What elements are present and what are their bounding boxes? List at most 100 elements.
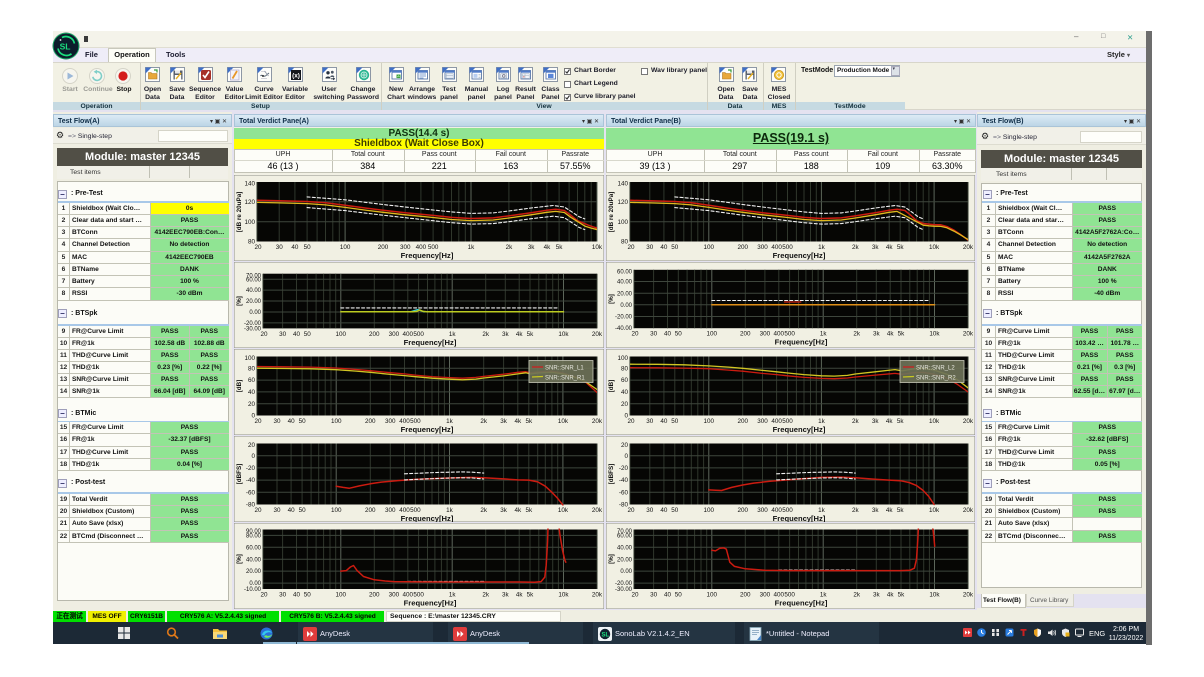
svg-text:300: 300: [757, 507, 768, 514]
svg-text:2k: 2k: [852, 244, 860, 251]
svg-text:5k: 5k: [897, 418, 905, 425]
svg-text:400: 400: [774, 331, 785, 338]
svg-text:20: 20: [254, 507, 262, 514]
svg-text:2k: 2k: [480, 418, 488, 425]
svg-text:30: 30: [646, 418, 654, 425]
svg-text:60: 60: [248, 377, 256, 384]
svg-text:4k: 4k: [886, 507, 894, 514]
svg-text:SNR::SNR_L2: SNR::SNR_L2: [916, 366, 955, 372]
svg-text:3k: 3k: [873, 592, 881, 599]
svg-text:2k: 2k: [853, 592, 861, 599]
svg-text:100: 100: [331, 507, 342, 514]
svg-text:4k: 4k: [514, 418, 522, 425]
svg-text:500: 500: [410, 418, 421, 425]
svg-text:40.00: 40.00: [617, 280, 633, 286]
svg-text:500: 500: [784, 592, 795, 599]
svg-text:1k: 1k: [468, 244, 476, 251]
svg-text:20k: 20k: [592, 331, 603, 338]
svg-text:200: 200: [737, 418, 748, 425]
svg-text:500: 500: [782, 418, 793, 425]
svg-text:40: 40: [660, 244, 668, 251]
svg-text:10k: 10k: [929, 418, 940, 425]
svg-text:400: 400: [771, 507, 782, 514]
svg-text:2k: 2k: [482, 592, 490, 599]
svg-text:20: 20: [248, 442, 256, 449]
svg-text:40.00: 40.00: [617, 545, 633, 551]
svg-text:4k: 4k: [886, 244, 894, 251]
svg-text:100: 100: [336, 592, 347, 599]
svg-text:Frequency[Hz]: Frequency[Hz]: [773, 425, 826, 434]
svg-text:SNR::SNR_R1: SNR::SNR_R1: [545, 376, 585, 382]
svg-text:20.00: 20.00: [246, 569, 262, 575]
svg-text:40.00: 40.00: [246, 557, 262, 563]
svg-text:-20.00: -20.00: [615, 315, 633, 321]
svg-text:50: 50: [671, 418, 679, 425]
svg-text:100: 100: [244, 355, 255, 362]
svg-text:20.00: 20.00: [617, 291, 633, 297]
svg-text:4k: 4k: [514, 507, 522, 514]
svg-text:0.00: 0.00: [249, 310, 261, 316]
svg-text:100: 100: [704, 418, 715, 425]
svg-text:5k: 5k: [527, 592, 535, 599]
svg-text:50: 50: [304, 592, 312, 599]
svg-text:1k: 1k: [449, 331, 457, 338]
svg-text:0.00: 0.00: [620, 303, 632, 309]
svg-text:[dB re 20uPa]: [dB re 20uPa]: [608, 192, 615, 233]
svg-text:30: 30: [646, 507, 654, 514]
svg-text:40: 40: [621, 389, 629, 396]
svg-text:300: 300: [389, 592, 400, 599]
svg-text:[%]: [%]: [608, 554, 615, 564]
svg-text:2k: 2k: [480, 507, 488, 514]
svg-text:1k: 1k: [820, 331, 828, 338]
svg-text:100: 100: [340, 244, 351, 251]
svg-text:-60: -60: [246, 489, 256, 496]
svg-text:2k: 2k: [506, 244, 514, 251]
svg-text:2k: 2k: [853, 331, 861, 338]
svg-text:Frequency[Hz]: Frequency[Hz]: [404, 338, 457, 347]
svg-text:Frequency[Hz]: Frequency[Hz]: [401, 251, 454, 260]
svg-text:10k: 10k: [929, 331, 940, 338]
svg-text:20: 20: [254, 418, 262, 425]
svg-text:60.00: 60.00: [246, 545, 262, 551]
svg-text:50: 50: [675, 331, 683, 338]
svg-text:10k: 10k: [929, 592, 940, 599]
svg-text:SNR::SNR_R2: SNR::SNR_R2: [916, 376, 956, 382]
svg-text:4k: 4k: [886, 418, 894, 425]
svg-text:20: 20: [621, 401, 629, 408]
svg-text:30: 30: [273, 507, 281, 514]
svg-text:[%]: [%]: [608, 294, 615, 304]
svg-text:100: 100: [244, 219, 255, 226]
svg-text:4k: 4k: [516, 592, 524, 599]
svg-text:100: 100: [331, 418, 342, 425]
svg-text:120: 120: [617, 199, 628, 206]
svg-text:140: 140: [244, 181, 255, 188]
svg-text:30: 30: [650, 331, 658, 338]
svg-text:500: 500: [413, 331, 424, 338]
svg-text:400: 400: [403, 331, 414, 338]
svg-text:500: 500: [428, 244, 439, 251]
svg-text:10k: 10k: [929, 244, 940, 251]
svg-text:10k: 10k: [558, 418, 569, 425]
svg-text:40: 40: [293, 331, 301, 338]
svg-text:-40.00: -40.00: [615, 326, 633, 332]
svg-text:20: 20: [621, 442, 629, 449]
svg-text:40: 40: [660, 507, 668, 514]
svg-text:300: 300: [760, 592, 771, 599]
svg-text:[dBFS]: [dBFS]: [236, 464, 243, 485]
svg-text:20k: 20k: [963, 331, 974, 338]
svg-text:1k: 1k: [446, 507, 454, 514]
svg-text:20: 20: [260, 592, 268, 599]
svg-text:Frequency[Hz]: Frequency[Hz]: [775, 599, 828, 608]
svg-text:5k: 5k: [898, 592, 906, 599]
svg-text:SL: SL: [60, 42, 71, 52]
svg-text:200: 200: [369, 331, 380, 338]
svg-text:-30.00: -30.00: [615, 587, 633, 593]
svg-text:200: 200: [737, 507, 748, 514]
svg-text:3k: 3k: [528, 244, 536, 251]
svg-text:50: 50: [671, 244, 679, 251]
svg-text:20k: 20k: [592, 418, 603, 425]
svg-text:20.00: 20.00: [246, 299, 262, 305]
svg-text:10k: 10k: [592, 244, 603, 251]
svg-text:[%]: [%]: [236, 296, 243, 306]
svg-text:500: 500: [782, 507, 793, 514]
